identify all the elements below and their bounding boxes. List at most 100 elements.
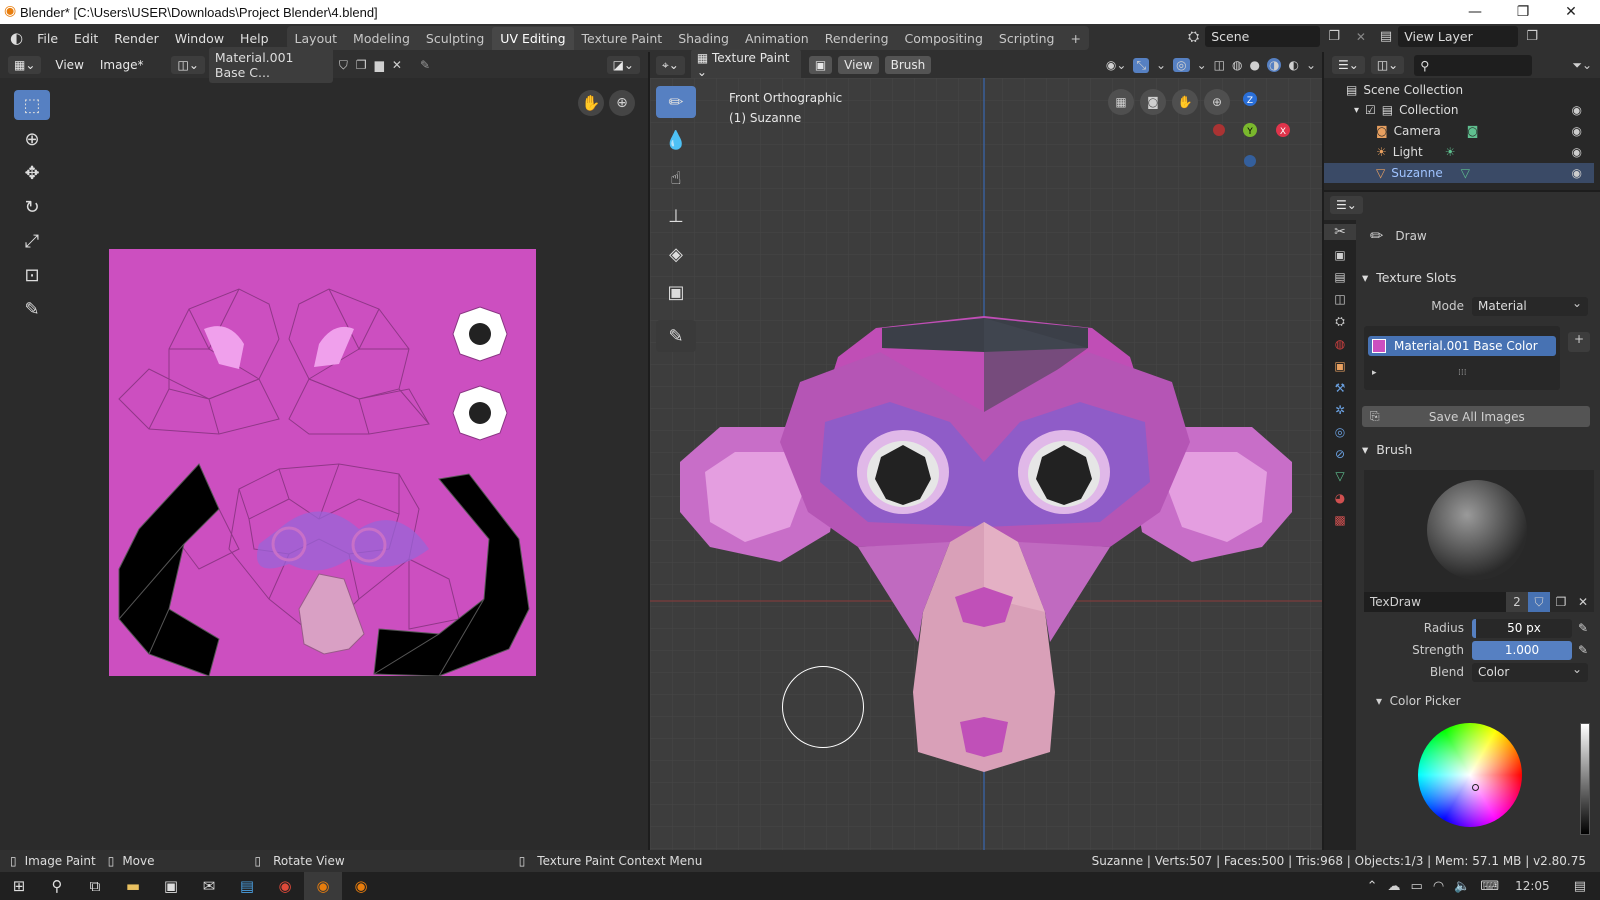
brush-panel-header[interactable]: ▾ Brush — [1362, 438, 1592, 460]
rendered-shading-icon[interactable]: ◐ — [1288, 58, 1298, 72]
add-workspace-button[interactable]: + — [1063, 27, 1089, 50]
data-tab-icon[interactable]: ▽ — [1335, 469, 1344, 483]
axis-gizmo[interactable]: Z Y X — [1205, 86, 1295, 176]
image-mode-dropdown[interactable]: ◪⌄ — [606, 56, 640, 74]
viewport-editor-type-icon[interactable]: ⌖⌄ — [656, 55, 685, 75]
modifier-tab-icon[interactable]: ⚒ — [1335, 381, 1346, 395]
draw-tool-icon[interactable]: ✏ — [656, 86, 696, 118]
texture-slot-item[interactable]: Material.001 Base Color — [1368, 336, 1556, 356]
cursor-tool-icon[interactable]: ⊕ — [14, 124, 50, 154]
object-tab-icon[interactable]: ▣ — [1334, 359, 1345, 373]
battery-icon[interactable]: ▭ — [1411, 879, 1423, 894]
add-texture-slot-button[interactable]: + — [1568, 332, 1590, 352]
material-tab-icon[interactable]: ◕ — [1335, 491, 1345, 505]
move-tool-icon[interactable]: ✥ — [14, 158, 50, 188]
volume-icon[interactable]: 🔈 — [1454, 879, 1470, 894]
wireframe-shading-icon[interactable]: ◍ — [1232, 58, 1242, 72]
zoom-view-icon[interactable]: ⊕ — [609, 90, 635, 116]
mode-selector[interactable]: ▦ Texture Paint ⌄ — [690, 49, 801, 81]
brush-users-count[interactable]: 2 — [1506, 592, 1528, 612]
notification-icon[interactable]: ▤ — [1574, 879, 1586, 894]
image-browse-icon[interactable]: ◫⌄ — [171, 56, 205, 74]
view-layer-icon[interactable]: ▤ — [1380, 29, 1392, 44]
expand-list-icon[interactable]: ▸ — [1372, 368, 1377, 378]
maximize-button[interactable]: ❐ — [1500, 0, 1546, 24]
close-button[interactable]: ✕ — [1548, 0, 1594, 24]
new-image-icon[interactable]: ❐ — [356, 58, 367, 72]
visibility-icon[interactable]: ◉⌄ — [1106, 58, 1127, 72]
xray-toggle-icon[interactable]: ◫ — [1214, 58, 1225, 72]
tab-texture-paint[interactable]: Texture Paint — [574, 27, 671, 50]
constraints-tab-icon[interactable]: ⊘ — [1335, 447, 1345, 461]
mesh-data-icon[interactable]: ▽ — [1461, 166, 1470, 180]
visibility-eye-icon[interactable]: ◉ — [1572, 166, 1582, 180]
suzanne-mesh[interactable] — [650, 312, 1322, 832]
brush-name-field[interactable]: TexDraw — [1364, 592, 1506, 612]
soften-tool-icon[interactable]: 💧 — [656, 124, 696, 156]
search-icon[interactable]: ⚲ — [38, 872, 76, 900]
tab-scripting[interactable]: Scripting — [991, 27, 1063, 50]
tab-shading[interactable]: Shading — [670, 27, 737, 50]
camera-view-icon[interactable]: ◙ — [1140, 89, 1166, 115]
new-view-layer-icon[interactable]: ❐ — [1526, 29, 1538, 44]
duplicate-brush-icon[interactable]: ❐ — [1550, 592, 1572, 612]
menu-render[interactable]: Render — [106, 31, 167, 46]
mode-dropdown[interactable]: Material — [1472, 294, 1588, 316]
tray-chevron-icon[interactable]: ⌃ — [1367, 879, 1378, 894]
transform-tool-icon[interactable]: ⊡ — [14, 260, 50, 290]
rotate-tool-icon[interactable]: ↻ — [14, 192, 50, 222]
checkbox-icon[interactable]: ☑ — [1365, 103, 1376, 117]
texture-slot-icon[interactable]: ▣ — [808, 56, 833, 74]
list-resize-handle[interactable]: ⁞⁞⁞ — [1458, 368, 1467, 378]
scene-tab-icon[interactable]: ⛭ — [1335, 314, 1345, 329]
file-explorer-icon[interactable]: ▬ — [114, 872, 152, 900]
pan-view-icon[interactable]: ✋ — [578, 90, 604, 116]
tab-modeling[interactable]: Modeling — [345, 27, 418, 50]
mask-tool-icon[interactable]: ▣ — [656, 276, 696, 308]
image-name-field[interactable]: Material.001 Base C... — [208, 47, 333, 83]
visibility-eye-icon[interactable]: ◉ — [1572, 145, 1582, 159]
3d-viewport[interactable]: ⌖⌄ ▦ Texture Paint ⌄ ▣ View Brush ◉⌄ ⤡ ⌄ … — [650, 49, 1322, 850]
onedrive-icon[interactable]: ☁ — [1388, 879, 1401, 894]
uv-texture-canvas[interactable] — [109, 249, 536, 676]
menu-edit[interactable]: Edit — [66, 31, 106, 46]
material-shading-icon[interactable]: ◑ — [1266, 58, 1282, 72]
view-layer-selector[interactable]: View Layer — [1398, 26, 1519, 47]
tab-uv-editing[interactable]: UV Editing — [492, 26, 574, 50]
save-all-images-button[interactable]: ⎘ Save All Images — [1362, 406, 1590, 427]
outliner-row-suzanne[interactable]: ▽ Suzanne ▽ ◉ — [1324, 163, 1594, 183]
display-mode-icon[interactable]: ◫⌄ — [1370, 56, 1405, 74]
output-tab-icon[interactable]: ▤ — [1334, 270, 1345, 284]
texture-tab-icon[interactable]: ▩ — [1334, 513, 1345, 527]
light-data-icon[interactable]: ☀ — [1445, 145, 1456, 159]
world-tab-icon[interactable]: ◍ — [1335, 337, 1345, 351]
color-wheel-cursor[interactable] — [1472, 784, 1479, 791]
blender-taskbar-icon[interactable]: ◉ — [304, 872, 342, 900]
blend-dropdown[interactable]: Color — [1472, 660, 1588, 682]
menu-image[interactable]: Image* — [100, 58, 144, 72]
solid-shading-icon[interactable]: ● — [1249, 58, 1259, 72]
overlay-toggle-icon[interactable]: ◎ — [1173, 58, 1190, 72]
toggle-grid-icon[interactable]: ▦ — [1108, 89, 1134, 115]
menu-viewport-view[interactable]: View — [838, 56, 879, 74]
fake-user-shield-icon[interactable]: ⛉ — [1528, 592, 1550, 612]
value-slider[interactable] — [1580, 723, 1590, 835]
visibility-eye-icon[interactable]: ◉ — [1572, 103, 1582, 117]
visibility-eye-icon[interactable]: ◉ — [1572, 124, 1582, 138]
wifi-icon[interactable]: ◠ — [1433, 879, 1444, 894]
fill-tool-icon[interactable]: ◈ — [656, 238, 696, 270]
outliner-row-light[interactable]: ☀ Light ☀ ◉ — [1324, 142, 1594, 162]
smear-tool-icon[interactable]: ☝ — [656, 162, 696, 194]
outliner-row-scene-collection[interactable]: ▤ Scene Collection — [1324, 80, 1594, 100]
new-scene-icon[interactable]: ❐ — [1328, 29, 1340, 44]
clone-tool-icon[interactable]: ⊥ — [656, 200, 696, 232]
radius-slider[interactable]: 50 px — [1472, 618, 1572, 638]
texture-slots-panel-header[interactable]: ▾ Texture Slots — [1362, 266, 1592, 288]
annotate-tool-icon[interactable]: ✎ — [14, 294, 50, 324]
minimize-button[interactable]: — — [1452, 0, 1498, 24]
strength-pressure-icon[interactable]: ✎ — [1578, 643, 1594, 657]
particles-tab-icon[interactable]: ✲ — [1335, 403, 1345, 417]
remove-scene-icon[interactable]: ✕ — [1356, 30, 1366, 44]
scale-tool-icon[interactable]: ⤢ — [14, 226, 50, 256]
blender-menu-icon[interactable]: ◐ — [10, 29, 23, 47]
